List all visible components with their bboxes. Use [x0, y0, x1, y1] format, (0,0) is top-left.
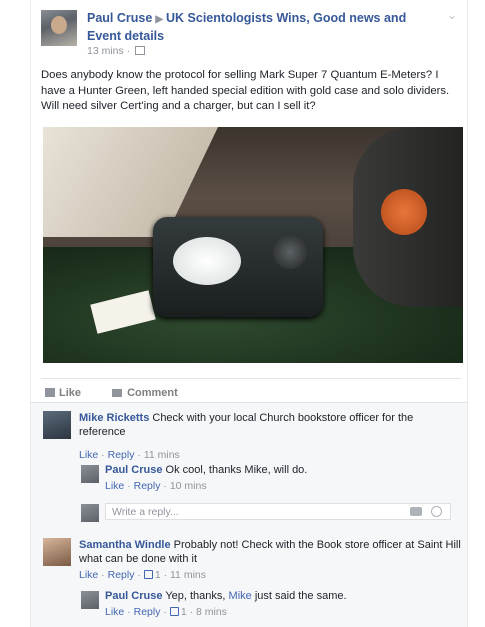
reply-time[interactable]: 8 mins — [196, 606, 227, 618]
comment-like-count[interactable]: 1 — [155, 569, 161, 581]
avatar — [81, 504, 99, 522]
comment-meta: Like · Reply · 1 · 11 mins — [79, 569, 206, 581]
post-header: Paul Cruse ▶ UK Scientologists Wins, Good … — [41, 8, 459, 60]
arrow-right-icon: ▶ — [155, 14, 164, 25]
comment-reply-link[interactable]: Reply — [108, 449, 135, 461]
globe-icon — [135, 46, 146, 55]
comment-like-link[interactable]: Like — [79, 569, 98, 581]
avatar[interactable] — [43, 411, 71, 439]
reply-meta: Like · Reply · 10 mins — [105, 480, 207, 492]
comment-reply-link[interactable]: Reply — [108, 569, 135, 581]
reply-like-link[interactable]: Like — [105, 606, 124, 618]
like-button[interactable]: Like — [45, 383, 81, 399]
post-meta: 13 mins · — [87, 45, 146, 57]
post-card: Paul Cruse ▶ UK Scientologists Wins, Good … — [30, 0, 468, 627]
comment-author[interactable]: Samantha Windle — [79, 539, 171, 551]
reply-input[interactable]: Write a reply... — [105, 503, 451, 520]
reply: Paul Cruse Ok cool, thanks Mike, will do… — [81, 463, 461, 493]
camera-icon[interactable] — [410, 507, 422, 516]
reply-author[interactable]: Paul Cruse — [105, 590, 162, 602]
comment: Samantha Windle Probably not! Check with… — [43, 536, 463, 586]
comment-time[interactable]: 11 mins — [144, 449, 180, 461]
thumbs-up-icon — [45, 388, 55, 397]
reply-reply-link[interactable]: Reply — [134, 480, 161, 492]
author-avatar[interactable] — [41, 10, 77, 46]
comment-meta: Like · Reply · 11 mins — [79, 449, 180, 461]
comment: Mike Ricketts Check with your local Chur… — [43, 409, 463, 469]
thumbs-up-icon — [169, 607, 179, 616]
comment-icon — [112, 389, 123, 397]
reply-placeholder: Write a reply... — [112, 506, 179, 518]
reply-text: Yep, thanks, — [165, 590, 226, 602]
post-title: Paul Cruse ▶ UK Scientologists Wins, Good … — [87, 10, 417, 44]
post-time[interactable]: 13 mins — [87, 45, 124, 57]
reply-like-count[interactable]: 1 — [181, 606, 187, 618]
reply-time[interactable]: 10 mins — [170, 480, 207, 492]
post-actions: Like Comment — [41, 378, 461, 400]
author-name[interactable]: Paul Cruse — [87, 11, 152, 25]
comment-author[interactable]: Mike Ricketts — [79, 412, 149, 424]
reply-author[interactable]: Paul Cruse — [105, 464, 162, 476]
reply-reply-link[interactable]: Reply — [134, 606, 161, 618]
reply: Paul Cruse Yep, thanks, Mike just said t… — [81, 589, 461, 619]
avatar[interactable] — [81, 465, 99, 483]
avatar[interactable] — [81, 591, 99, 609]
reply-like-link[interactable]: Like — [105, 480, 124, 492]
reply-text: just said the same. — [254, 590, 347, 602]
comment-like-link[interactable]: Like — [79, 449, 98, 461]
comment-time[interactable]: 11 mins — [170, 569, 206, 581]
reply-meta: Like · Reply · 1 · 8 mins — [105, 606, 227, 618]
chevron-down-icon[interactable]: ⌄ — [447, 8, 457, 22]
comments-section: Mike Ricketts Check with your local Chur… — [31, 402, 467, 627]
thumbs-up-icon — [143, 570, 153, 579]
comment-button[interactable]: Comment — [112, 383, 178, 399]
avatar[interactable] — [43, 538, 71, 566]
post-photo[interactable] — [43, 127, 463, 363]
mention-link[interactable]: Mike — [229, 590, 252, 602]
emoji-icon[interactable] — [431, 506, 442, 517]
emeter-image — [153, 217, 323, 317]
post-body: Does anybody know the protocol for selli… — [41, 69, 450, 112]
reply-text: Ok cool, thanks Mike, will do. — [165, 464, 308, 476]
